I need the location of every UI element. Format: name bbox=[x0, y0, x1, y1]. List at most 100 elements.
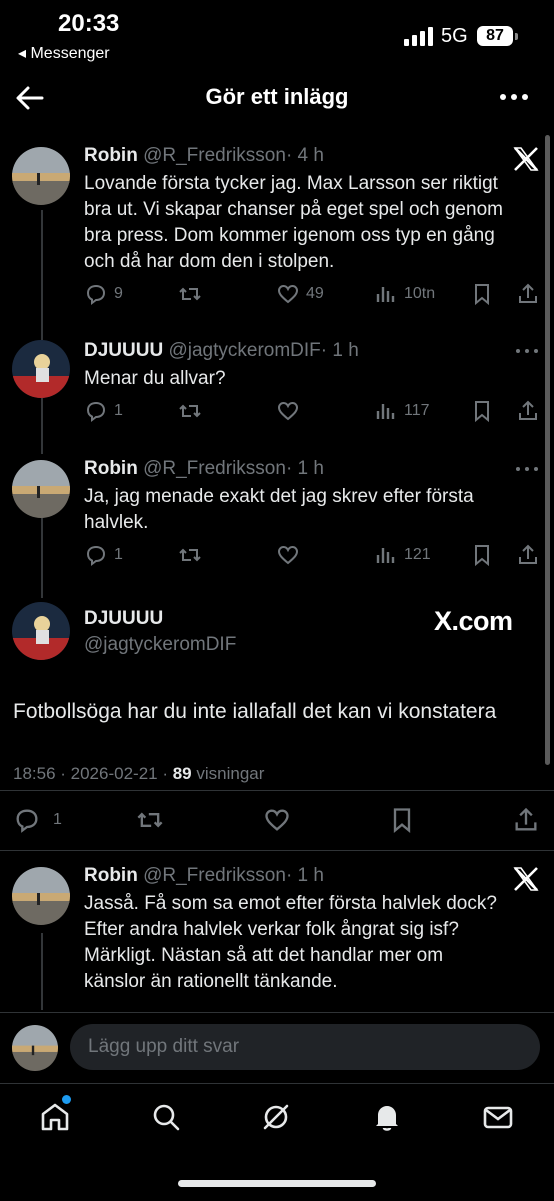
avatar[interactable] bbox=[12, 867, 70, 925]
reply-icon bbox=[16, 809, 38, 833]
retweet-icon bbox=[179, 287, 201, 301]
page-title: Gör ett inlägg bbox=[205, 84, 349, 109]
tweet[interactable]: DJUUUU @jagtyckeromDIF· 1 h Menar du all… bbox=[0, 340, 554, 450]
heart-icon bbox=[277, 284, 299, 304]
author-name[interactable]: Robin bbox=[84, 865, 138, 886]
retweet-button[interactable] bbox=[178, 396, 202, 426]
header: Gör ett inlägg bbox=[0, 70, 554, 128]
tweet[interactable]: Robin @R_Fredriksson· 4 h Lovande första… bbox=[0, 145, 554, 315]
tweet-text-line: Lovande första tycker jag. Max Larsson s… bbox=[84, 173, 498, 194]
post-views-label: visningar bbox=[191, 764, 265, 783]
views-button[interactable]: 10tn bbox=[374, 279, 435, 309]
tweet-text: Menar du allvar? bbox=[84, 366, 524, 392]
tweet-actions: 9 49 10tn bbox=[0, 279, 554, 309]
thread: Robin @R_Fredriksson· 4 h Lovande första… bbox=[0, 130, 554, 1010]
author-handle[interactable]: @jagtyckeromDIF bbox=[84, 634, 236, 656]
bookmark-button[interactable] bbox=[470, 396, 494, 426]
author-name[interactable]: Robin bbox=[84, 458, 138, 479]
reply-button[interactable]: 9 bbox=[84, 279, 123, 309]
reply-count: 9 bbox=[114, 285, 123, 302]
views-button[interactable]: 117 bbox=[374, 396, 430, 426]
view-count: 121 bbox=[404, 546, 431, 563]
bell-icon[interactable] bbox=[370, 1100, 404, 1134]
like-button[interactable] bbox=[276, 540, 300, 570]
tweet-text: Jasså. Få som sa emot efter första halvl… bbox=[84, 891, 524, 995]
tweet-time: · 4 h bbox=[285, 145, 324, 166]
author-handle[interactable]: @R_Fredriksson bbox=[143, 145, 286, 166]
post-text: Fotbollsöga har du inte iallafall det ka… bbox=[13, 700, 497, 723]
divider bbox=[0, 850, 554, 851]
tweet[interactable]: Robin @R_Fredriksson· 1 h Ja, jag menade… bbox=[0, 458, 554, 588]
retweet-button[interactable] bbox=[178, 540, 202, 570]
author-handle[interactable]: @jagtyckeromDIF bbox=[168, 340, 320, 361]
reply-icon bbox=[86, 401, 106, 422]
retweet-button[interactable] bbox=[136, 805, 164, 835]
share-button[interactable] bbox=[512, 805, 540, 835]
retweet-icon bbox=[179, 548, 201, 562]
bookmark-icon bbox=[475, 401, 489, 423]
post-datetime: 18:56 · 2026-02-21 · bbox=[13, 764, 173, 783]
share-icon bbox=[519, 544, 537, 564]
views-button[interactable]: 121 bbox=[374, 540, 431, 570]
share-button[interactable] bbox=[516, 396, 540, 426]
reply-button[interactable]: 1 bbox=[84, 396, 123, 426]
avatar[interactable] bbox=[12, 602, 70, 660]
grok-icon[interactable] bbox=[259, 1100, 293, 1134]
home-icon[interactable] bbox=[38, 1100, 72, 1134]
like-button[interactable] bbox=[276, 396, 300, 426]
reply-bar bbox=[0, 1012, 554, 1083]
tweet-time: · 1 h bbox=[320, 340, 359, 361]
tweet-text-line: Menar du allvar? bbox=[84, 368, 226, 389]
heart-icon bbox=[277, 401, 299, 421]
share-button[interactable] bbox=[516, 540, 540, 570]
back-to-app-link[interactable]: ◂ Messenger bbox=[18, 43, 110, 63]
more-options-icon[interactable] bbox=[496, 84, 532, 110]
tweet-text-line: bra press. Dom kommer igenom oss typ en … bbox=[84, 225, 495, 246]
bookmark-button[interactable] bbox=[470, 279, 494, 309]
views-icon bbox=[376, 548, 395, 563]
avatar[interactable] bbox=[12, 460, 70, 518]
post-actions: 1 bbox=[0, 805, 554, 835]
reply-icon bbox=[86, 545, 106, 566]
author-name[interactable]: DJUUUU bbox=[84, 340, 163, 361]
bookmark-button[interactable] bbox=[470, 540, 494, 570]
share-icon bbox=[515, 807, 537, 831]
tweet-time: · 1 h bbox=[285, 458, 324, 479]
reply-input[interactable] bbox=[70, 1024, 540, 1070]
retweet-button[interactable] bbox=[178, 279, 202, 309]
author-handle[interactable]: @R_Fredriksson bbox=[143, 865, 286, 886]
reply-count: 1 bbox=[53, 811, 62, 828]
bottom-tab-bar bbox=[0, 1083, 554, 1201]
like-button[interactable] bbox=[263, 805, 291, 835]
post-meta: 18:56 · 2026-02-21 · 89 visningar bbox=[13, 764, 264, 784]
avatar[interactable] bbox=[12, 147, 70, 205]
like-button[interactable]: 49 bbox=[276, 279, 324, 309]
thread-line bbox=[41, 933, 43, 1010]
tweet-text-line: Jasså. Få som sa emot efter första halvl… bbox=[84, 893, 497, 914]
more-options-icon[interactable] bbox=[514, 346, 540, 356]
reply-button[interactable]: 1 bbox=[13, 805, 62, 835]
tweet-actions: 1 117 bbox=[0, 396, 554, 426]
share-button[interactable] bbox=[516, 279, 540, 309]
my-avatar[interactable] bbox=[12, 1025, 58, 1071]
x-brand-watermark: X.com bbox=[434, 606, 513, 636]
retweet-icon bbox=[137, 812, 163, 828]
view-count: 117 bbox=[404, 402, 430, 419]
mail-icon[interactable] bbox=[481, 1100, 515, 1134]
x-logo-icon bbox=[513, 867, 539, 891]
author-handle[interactable]: @R_Fredriksson bbox=[143, 458, 286, 479]
author-name[interactable]: DJUUUU bbox=[84, 608, 163, 630]
bookmark-button[interactable] bbox=[388, 805, 416, 835]
tweet-text-line: Märkligt. Nästan så att det handlar mer … bbox=[84, 945, 444, 966]
tweet[interactable]: Robin @R_Fredriksson· 1 h Jasså. Få som … bbox=[0, 865, 554, 1010]
author-name[interactable]: Robin bbox=[84, 145, 138, 166]
network-type: 5G bbox=[441, 25, 468, 47]
status-time: 20:33 bbox=[58, 10, 120, 37]
reply-button[interactable]: 1 bbox=[84, 540, 123, 570]
share-icon bbox=[519, 283, 537, 303]
views-icon bbox=[376, 287, 395, 302]
search-icon[interactable] bbox=[149, 1100, 183, 1134]
avatar[interactable] bbox=[12, 340, 70, 398]
like-count: 49 bbox=[306, 285, 324, 302]
more-options-icon[interactable] bbox=[514, 464, 540, 474]
